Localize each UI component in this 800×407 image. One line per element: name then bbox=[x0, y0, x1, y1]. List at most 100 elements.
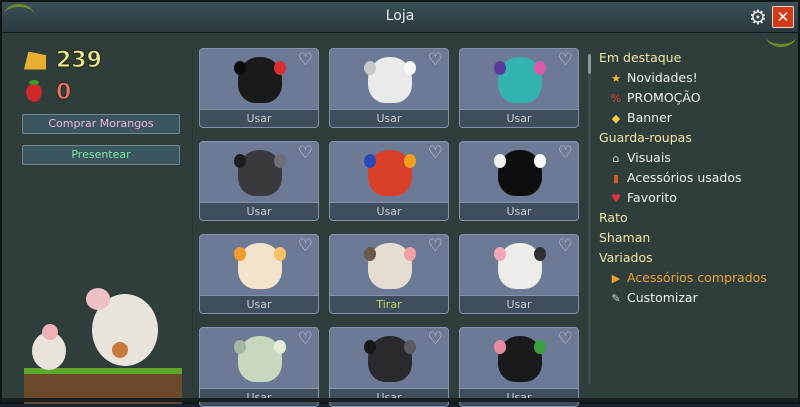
item-card[interactable]: ♡ Usar bbox=[199, 141, 319, 221]
use-button[interactable]: Usar bbox=[200, 295, 318, 313]
heart-outline-icon[interactable]: ♡ bbox=[298, 144, 313, 162]
item-preview bbox=[364, 336, 416, 382]
use-button[interactable]: Usar bbox=[330, 388, 448, 406]
remove-button[interactable]: Tirar bbox=[330, 295, 448, 313]
item-accent bbox=[274, 154, 286, 168]
item-card[interactable]: ♡ Usar bbox=[199, 234, 319, 314]
menu-label: Variados bbox=[599, 250, 653, 265]
heart-outline-icon[interactable]: ♡ bbox=[558, 330, 573, 348]
menu-item[interactable]: ♥ Favorito bbox=[599, 188, 784, 208]
menu-item[interactable]: ✎ Customizar bbox=[599, 288, 784, 308]
menu-icon: ▶ bbox=[611, 272, 621, 285]
item-ear bbox=[364, 61, 376, 75]
cheese-icon bbox=[24, 51, 46, 70]
item-ear bbox=[494, 154, 506, 168]
menu-item[interactable]: % PROMOÇÃO bbox=[599, 88, 784, 108]
menu-icon: ♥ bbox=[611, 192, 621, 205]
menu-category[interactable]: Rato bbox=[599, 208, 784, 228]
item-card[interactable]: ♡ Usar bbox=[459, 48, 579, 128]
close-button[interactable]: ✕ bbox=[772, 6, 794, 28]
menu-icon: % bbox=[610, 92, 622, 105]
use-button[interactable]: Usar bbox=[330, 109, 448, 127]
menu-label: Em destaque bbox=[599, 50, 682, 65]
use-button[interactable]: Usar bbox=[330, 202, 448, 220]
buy-strawberries-button[interactable]: Comprar Morangos bbox=[22, 114, 180, 134]
item-preview bbox=[494, 150, 546, 196]
grid-edge bbox=[192, 48, 193, 388]
item-preview bbox=[494, 57, 546, 103]
menu-category[interactable]: Guarda-roupas bbox=[599, 128, 784, 148]
heart-outline-icon[interactable]: ♡ bbox=[428, 330, 443, 348]
menu-icon: ★ bbox=[611, 72, 621, 85]
heart-outline-icon[interactable]: ♡ bbox=[298, 51, 313, 69]
item-accent bbox=[404, 340, 416, 354]
item-card[interactable]: ♡ Usar bbox=[329, 48, 449, 128]
mouse-ear bbox=[86, 288, 110, 310]
menu-category[interactable]: Shaman bbox=[599, 228, 784, 248]
heart-outline-icon[interactable]: ♡ bbox=[428, 144, 443, 162]
item-preview bbox=[234, 336, 286, 382]
scrollbar[interactable] bbox=[588, 54, 591, 384]
item-ear bbox=[234, 154, 246, 168]
item-card[interactable]: ♡ Usar bbox=[199, 48, 319, 128]
item-card[interactable]: ♡ Usar bbox=[329, 327, 449, 407]
use-button[interactable]: Usar bbox=[460, 109, 578, 127]
menu-item[interactable]: ▶ Acessórios comprados bbox=[599, 268, 784, 288]
menu-label: PROMOÇÃO bbox=[627, 90, 701, 105]
use-button[interactable]: Usar bbox=[460, 202, 578, 220]
close-icon: ✕ bbox=[776, 8, 790, 26]
menu-label: Guarda-roupas bbox=[599, 130, 692, 145]
scrollbar-thumb[interactable] bbox=[588, 54, 591, 74]
item-ear bbox=[364, 340, 376, 354]
item-preview bbox=[234, 243, 286, 289]
gear-icon[interactable]: ⚙ bbox=[748, 7, 768, 27]
item-accent bbox=[404, 154, 416, 168]
item-card[interactable]: ♡ Usar bbox=[459, 327, 579, 407]
item-accent bbox=[534, 154, 546, 168]
menu-label: Customizar bbox=[627, 290, 698, 305]
item-ear bbox=[494, 340, 506, 354]
heart-outline-icon[interactable]: ♡ bbox=[428, 51, 443, 69]
cheese-amount: 239 bbox=[56, 48, 103, 74]
bottom-edge bbox=[2, 398, 798, 402]
menu-label: Rato bbox=[599, 210, 628, 225]
use-button[interactable]: Usar bbox=[200, 202, 318, 220]
heart-outline-icon[interactable]: ♡ bbox=[298, 330, 313, 348]
item-preview bbox=[364, 150, 416, 196]
menu-item[interactable]: ▮ Acessórios usados bbox=[599, 168, 784, 188]
use-button[interactable]: Usar bbox=[460, 388, 578, 406]
heart-outline-icon[interactable]: ♡ bbox=[298, 237, 313, 255]
mouse-spot bbox=[112, 342, 128, 358]
use-button[interactable]: Usar bbox=[200, 388, 318, 406]
menu-item[interactable]: ⌂ Visuais bbox=[599, 148, 784, 168]
menu-item[interactable]: ◆ Banner bbox=[599, 108, 784, 128]
item-card[interactable]: ♡ Usar bbox=[199, 327, 319, 407]
heart-outline-icon[interactable]: ♡ bbox=[558, 237, 573, 255]
menu-label: Acessórios comprados bbox=[627, 270, 767, 285]
mouse-ear bbox=[42, 324, 58, 340]
strawberry-icon bbox=[26, 79, 42, 102]
item-accent bbox=[274, 61, 286, 75]
heart-outline-icon[interactable]: ♡ bbox=[428, 237, 443, 255]
item-preview bbox=[364, 57, 416, 103]
item-accent bbox=[404, 247, 416, 261]
gift-button[interactable]: Presentear bbox=[22, 145, 180, 165]
item-preview bbox=[234, 57, 286, 103]
use-button[interactable]: Usar bbox=[200, 109, 318, 127]
item-card[interactable]: ♡ Usar bbox=[329, 141, 449, 221]
item-card[interactable]: ♡ Usar bbox=[459, 234, 579, 314]
item-card[interactable]: ♡ Tirar bbox=[329, 234, 449, 314]
strawberry-amount: 0 bbox=[55, 80, 72, 106]
menu-category[interactable]: Em destaque bbox=[599, 48, 784, 68]
item-card[interactable]: ♡ Usar bbox=[459, 141, 579, 221]
window-title: Loja bbox=[385, 8, 415, 24]
item-ear bbox=[234, 340, 246, 354]
menu-label: Banner bbox=[627, 110, 672, 125]
item-ear bbox=[234, 61, 246, 75]
heart-outline-icon[interactable]: ♡ bbox=[558, 144, 573, 162]
menu-item[interactable]: ★ Novidades! bbox=[599, 68, 784, 88]
heart-outline-icon[interactable]: ♡ bbox=[558, 51, 573, 69]
menu-category[interactable]: Variados bbox=[599, 248, 784, 268]
item-preview bbox=[494, 243, 546, 289]
use-button[interactable]: Usar bbox=[460, 295, 578, 313]
